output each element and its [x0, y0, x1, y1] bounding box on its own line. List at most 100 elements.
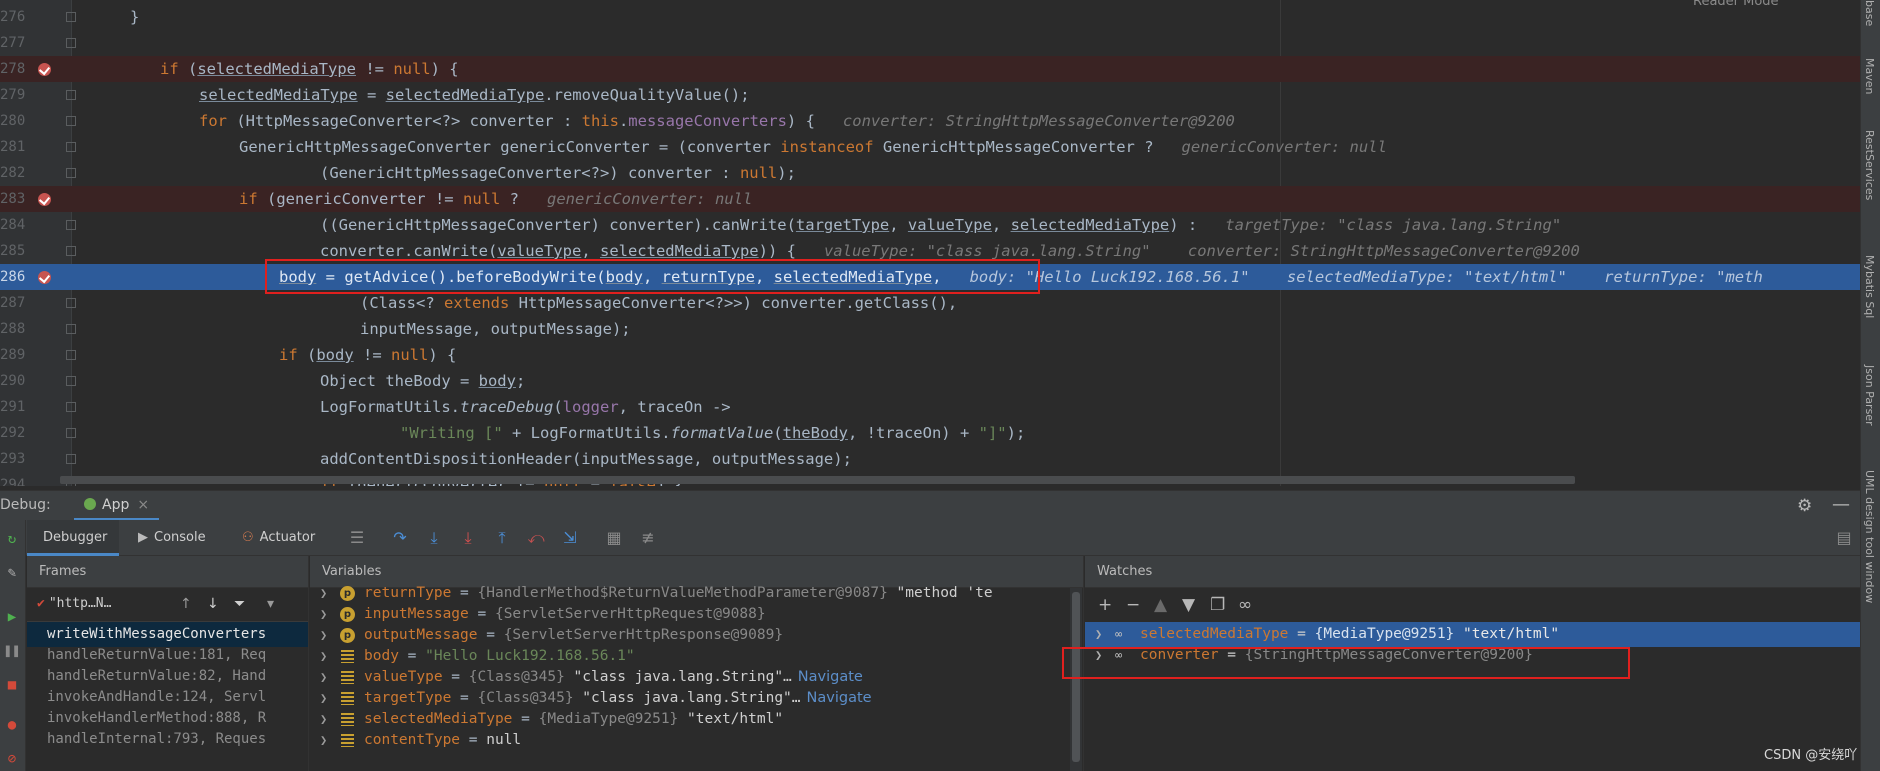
- close-tab-icon[interactable]: ×: [137, 497, 149, 513]
- code-line[interactable]: 276}: [0, 4, 1860, 30]
- code-line[interactable]: 280 for (HttpMessageConverter<?> converte…: [0, 108, 1860, 134]
- settings-wrench-icon[interactable]: ✎: [3, 564, 21, 582]
- step-over-icon[interactable]: ↷: [390, 528, 410, 548]
- code-line[interactable]: 290 Object theBody = body;: [0, 368, 1860, 394]
- code-line[interactable]: 279 selectedMediaType = selectedMediaType…: [0, 82, 1860, 108]
- tool-window-button[interactable]: Mybatis Sql: [1863, 255, 1876, 318]
- navigate-link[interactable]: Navigate: [798, 669, 863, 685]
- pause-icon[interactable]: ❚❚: [3, 642, 21, 660]
- trace-stream-icon[interactable]: ≢: [638, 528, 658, 548]
- frame-item[interactable]: handleInternal:793, Reques: [27, 727, 308, 752]
- fold-marker-icon[interactable]: [66, 220, 76, 230]
- navigate-link[interactable]: Navigate: [807, 690, 872, 706]
- fold-marker-icon[interactable]: [66, 142, 76, 152]
- editor-horizontal-scrollbar[interactable]: [60, 476, 1575, 484]
- breakpoint-icon[interactable]: [38, 63, 51, 76]
- code-line[interactable]: 292 "Writing [" + LogFormatUtils.formatVa…: [0, 420, 1860, 446]
- variable-row[interactable]: ❯ contentType = null: [310, 728, 1083, 753]
- code-line[interactable]: 281 GenericHttpMessageConverter genericCo…: [0, 134, 1860, 160]
- rerun-icon[interactable]: ↻: [3, 530, 21, 548]
- tab-console[interactable]: ▶ Console: [138, 520, 206, 556]
- code-line[interactable]: 282 (GenericHttpMessageConverter<?>) conv…: [0, 160, 1860, 186]
- fold-marker-icon[interactable]: [66, 376, 76, 386]
- copy-icon[interactable]: ❐: [1210, 595, 1225, 615]
- fold-marker-icon[interactable]: [66, 324, 76, 334]
- fold-marker-icon[interactable]: [66, 12, 76, 22]
- line-number[interactable]: 290: [0, 368, 26, 394]
- code-line[interactable]: 278 if (selectedMediaType != null) {: [0, 56, 1860, 82]
- tab-app[interactable]: App ×: [74, 491, 160, 521]
- fold-marker-icon[interactable]: [66, 168, 76, 178]
- step-out-icon[interactable]: ⤒: [492, 528, 512, 548]
- line-number[interactable]: 292: [0, 420, 26, 446]
- line-number[interactable]: 287: [0, 290, 26, 316]
- code-line[interactable]: 289 if (body != null) {: [0, 342, 1860, 368]
- tool-window-button[interactable]: RestServices: [1863, 130, 1876, 200]
- line-number[interactable]: 278: [0, 56, 26, 82]
- force-step-into-icon[interactable]: ⤓: [458, 528, 478, 548]
- layout-menu-icon[interactable]: ☰: [347, 528, 367, 548]
- evaluate-expression-icon[interactable]: ▦: [604, 528, 624, 548]
- line-number[interactable]: 285: [0, 238, 26, 264]
- line-number[interactable]: 280: [0, 108, 26, 134]
- line-number[interactable]: 288: [0, 316, 26, 342]
- layout-settings-icon[interactable]: ▤: [1834, 528, 1854, 548]
- show-watches-icon[interactable]: ∞: [1238, 595, 1252, 615]
- breakpoint-icon[interactable]: [38, 193, 51, 206]
- line-number[interactable]: 284: [0, 212, 26, 238]
- code-editor[interactable]: Reader Mode 276} 277 278 if (selectedMediaT…: [0, 0, 1860, 486]
- fold-marker-icon[interactable]: [66, 298, 76, 308]
- fold-marker-icon[interactable]: [66, 38, 76, 48]
- tab-actuator[interactable]: ⚇ Actuator: [242, 520, 315, 556]
- code-line[interactable]: 283 if (genericConverter != null ? generi…: [0, 186, 1860, 212]
- filter-icon[interactable]: ⏷: [234, 596, 245, 612]
- remove-watch-icon[interactable]: −: [1126, 595, 1140, 615]
- line-number[interactable]: 282: [0, 160, 26, 186]
- drop-frame-icon[interactable]: ⤺: [526, 528, 546, 548]
- line-number[interactable]: 291: [0, 394, 26, 420]
- line-number[interactable]: 289: [0, 342, 26, 368]
- minimize-icon[interactable]: —: [1832, 494, 1850, 515]
- line-number[interactable]: 277: [0, 30, 26, 56]
- line-number[interactable]: 281: [0, 134, 26, 160]
- fold-marker-icon[interactable]: [66, 246, 76, 256]
- move-down-icon[interactable]: ▼: [1182, 595, 1195, 615]
- line-number[interactable]: 276: [0, 4, 26, 30]
- chevron-down-icon[interactable]: ▾: [267, 596, 274, 612]
- line-number[interactable]: 294: [0, 472, 26, 486]
- view-breakpoints-icon[interactable]: ●: [3, 716, 21, 734]
- fold-marker-icon[interactable]: [66, 90, 76, 100]
- run-to-cursor-icon[interactable]: ⇲: [560, 528, 580, 548]
- fold-marker-icon[interactable]: [66, 350, 76, 360]
- breakpoint-icon[interactable]: [38, 271, 51, 284]
- code-line[interactable]: 291 LogFormatUtils.traceDebug(logger, tra…: [0, 394, 1860, 420]
- tool-window-button[interactable]: base: [1863, 0, 1876, 26]
- fold-marker-icon[interactable]: [66, 428, 76, 438]
- code-line[interactable]: 277: [0, 30, 1860, 56]
- move-up-icon[interactable]: ▲: [1154, 595, 1167, 615]
- add-watch-icon[interactable]: +: [1098, 595, 1112, 615]
- tool-window-button[interactable]: Maven: [1863, 58, 1876, 94]
- code-line[interactable]: 293 addContentDispositionHeader(inputMess…: [0, 446, 1860, 472]
- fold-marker-icon[interactable]: [66, 116, 76, 126]
- line-number[interactable]: 283: [0, 186, 26, 212]
- line-number[interactable]: 286: [0, 264, 26, 290]
- mute-breakpoints-icon[interactable]: ⊘: [3, 750, 21, 768]
- step-into-icon[interactable]: ⤓: [424, 528, 444, 548]
- stop-icon[interactable]: ■: [3, 676, 21, 694]
- thread-selector[interactable]: ✔ "http…N…: [37, 596, 111, 611]
- line-number[interactable]: 293: [0, 446, 26, 472]
- gear-icon[interactable]: ⚙: [1797, 496, 1812, 516]
- arrow-up-icon[interactable]: ↑: [180, 596, 192, 612]
- tool-window-button[interactable]: Json Parser: [1863, 365, 1876, 426]
- code-line[interactable]: 288 inputMessage, outputMessage);: [0, 316, 1860, 342]
- tool-window-button[interactable]: UML design tool window: [1863, 470, 1876, 603]
- fold-marker-icon[interactable]: [66, 454, 76, 464]
- line-number[interactable]: 279: [0, 82, 26, 108]
- tab-debugger[interactable]: Debugger: [27, 520, 119, 556]
- expand-chevron-icon[interactable]: ❯: [320, 728, 327, 753]
- code-line[interactable]: 284 ((GenericHttpMessageConverter) conver…: [0, 212, 1860, 238]
- arrow-down-icon[interactable]: ↓: [207, 596, 219, 612]
- resume-icon[interactable]: ▶: [3, 608, 21, 626]
- fold-marker-icon[interactable]: [66, 402, 76, 412]
